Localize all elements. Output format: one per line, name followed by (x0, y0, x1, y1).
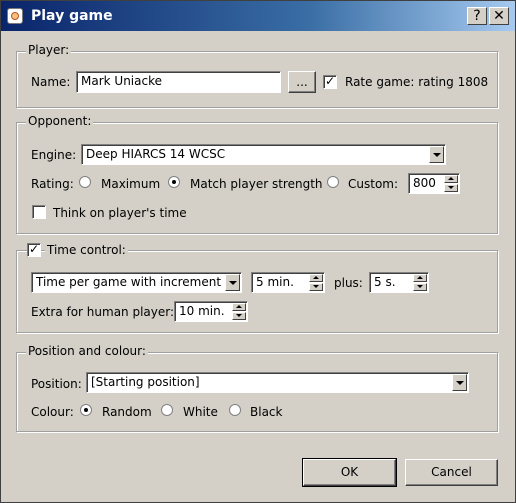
help-button[interactable]: ? (467, 7, 487, 25)
colour-random-radio[interactable] (80, 404, 92, 416)
check-icon: ✓ (324, 74, 336, 88)
think-on-player-time-checkbox[interactable] (32, 205, 46, 219)
think-on-player-time-label: Think on player's time (53, 206, 187, 220)
extra-time-spinner[interactable]: 10 min. (174, 301, 248, 322)
position-dropdown[interactable]: [Starting position] (86, 372, 469, 393)
rating-custom-label: Custom: (348, 177, 399, 191)
rating-match-radio[interactable] (168, 176, 180, 188)
app-icon (7, 8, 23, 24)
time-control-group-label: Time control: (45, 243, 128, 257)
spin-up-icon[interactable] (413, 274, 427, 282)
time-control-checkbox[interactable]: ✓ (27, 243, 41, 257)
chevron-down-icon[interactable] (225, 274, 240, 291)
rating-maximum-label: Maximum (101, 177, 161, 191)
rating-match-label: Match player strength (190, 177, 323, 191)
colour-label: Colour: (31, 405, 74, 419)
rate-game-checkbox[interactable]: ✓ (323, 75, 337, 89)
minutes-value: 5 min. (256, 275, 294, 289)
chevron-down-icon[interactable] (452, 374, 467, 391)
time-mode-value: Time per game with increment (36, 275, 222, 289)
minutes-spinner[interactable]: 5 min. (251, 272, 325, 293)
time-mode-dropdown[interactable]: Time per game with increment (31, 272, 242, 293)
position-value: [Starting position] (91, 375, 200, 389)
spin-up-icon[interactable] (309, 274, 323, 282)
spin-down-icon[interactable] (309, 283, 323, 291)
spin-down-icon[interactable] (413, 283, 427, 291)
opponent-group-label: Opponent: (26, 114, 94, 128)
colour-white-label: White (183, 405, 218, 419)
spin-up-icon[interactable] (232, 303, 246, 311)
engine-label: Engine: (31, 148, 77, 162)
colour-random-label: Random (102, 405, 152, 419)
cancel-button[interactable]: Cancel (405, 459, 498, 486)
rating-custom-radio[interactable] (327, 176, 339, 188)
extra-time-label: Extra for human player: (31, 305, 175, 319)
name-input[interactable]: Mark Uniacke (76, 71, 281, 93)
seconds-spinner[interactable]: 5 s. (369, 272, 429, 293)
custom-rating-value: 800 (413, 176, 436, 190)
spin-up-icon[interactable] (444, 175, 458, 183)
extra-time-value: 10 min. (179, 304, 225, 318)
colour-white-radio[interactable] (161, 404, 173, 416)
position-colour-group-label: Position and colour: (26, 344, 148, 358)
title-bar[interactable]: Play game ? ✕ (1, 1, 515, 31)
custom-rating-spinner[interactable]: 800 (408, 173, 460, 194)
colour-black-radio[interactable] (229, 404, 241, 416)
chevron-down-icon[interactable] (429, 146, 444, 163)
check-icon: ✓ (28, 242, 40, 256)
rating-label: Rating: (31, 177, 74, 191)
engine-dropdown[interactable]: Deep HIARCS 14 WCSC (81, 144, 446, 165)
plus-label: plus: (334, 276, 363, 290)
rate-game-label: Rate game: rating 1808 (345, 75, 489, 89)
player-group-label: Player: (26, 43, 72, 57)
spin-down-icon[interactable] (444, 184, 458, 192)
engine-value: Deep HIARCS 14 WCSC (86, 147, 226, 161)
play-game-dialog: Play game ? ✕ Player: Name: Mark Uniacke… (0, 0, 516, 503)
name-label: Name: (31, 75, 71, 89)
colour-black-label: Black (250, 405, 283, 419)
browse-player-button[interactable]: ... (288, 71, 316, 93)
rating-maximum-radio[interactable] (79, 176, 91, 188)
window-title: Play game (31, 8, 113, 24)
seconds-value: 5 s. (374, 275, 396, 289)
ok-button[interactable]: OK (302, 458, 397, 487)
position-label: Position: (31, 377, 82, 391)
spin-down-icon[interactable] (232, 312, 246, 320)
close-button[interactable]: ✕ (489, 7, 509, 25)
